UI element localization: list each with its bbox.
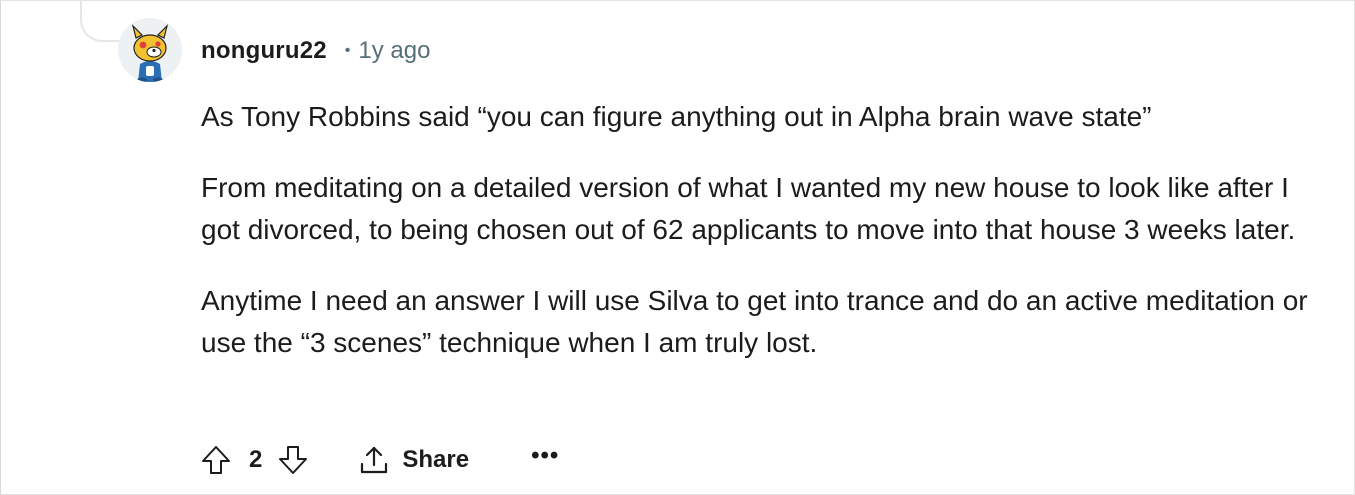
comment-paragraph: From meditating on a detailed version of… <box>201 172 1296 245</box>
vote-score: 2 <box>249 446 263 473</box>
comment-paragraph: As Tony Robbins said “you can figure any… <box>201 101 1152 132</box>
share-upload-icon <box>361 446 388 474</box>
snoo-avatar-icon <box>118 18 182 82</box>
share-button[interactable]: Share <box>358 444 469 476</box>
username-link[interactable]: nonguru22 <box>201 37 327 65</box>
avatar[interactable] <box>118 18 182 82</box>
comment-body: As Tony Robbins said “you can figure any… <box>201 96 1321 393</box>
comment-timestamp[interactable]: 1y ago <box>358 37 430 65</box>
upvote-button[interactable] <box>199 443 233 477</box>
comment-action-bar: 2 Share ••• <box>199 440 559 480</box>
comment-paragraph: Anytime I need an answer I will use Silv… <box>201 285 1308 358</box>
downvote-button[interactable] <box>276 443 310 477</box>
meta-separator: • <box>344 42 351 59</box>
comment-meta: nonguru22 • 1y ago <box>201 34 430 68</box>
more-options-button[interactable]: ••• <box>531 444 559 476</box>
share-label: Share <box>402 446 470 473</box>
arrow-down-outline-icon <box>279 446 308 474</box>
arrow-up-outline-icon <box>202 446 230 474</box>
